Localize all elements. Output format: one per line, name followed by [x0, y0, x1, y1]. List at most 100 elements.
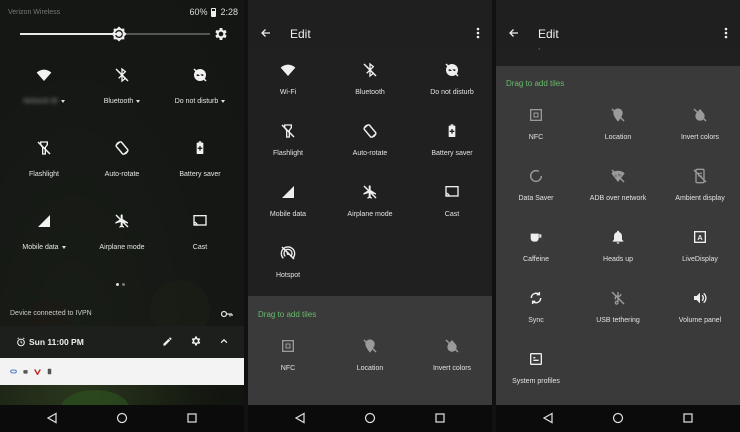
data-saver-icon	[528, 168, 544, 184]
heads-up-icon	[610, 229, 626, 245]
tile-do-not-disturb[interactable]: Do not disturb	[160, 66, 240, 105]
airplane-off-icon	[362, 184, 378, 200]
tile-auto-rotate[interactable]: Auto-rotate	[330, 123, 410, 157]
tile-invert-colors[interactable]: Invert colors	[412, 338, 492, 372]
tile-cast[interactable]: Cast	[160, 212, 240, 251]
dropdown-caret-icon[interactable]	[136, 100, 141, 103]
tile-hotspot[interactable]: Hotspot	[248, 245, 328, 279]
airplane-off-icon	[113, 212, 131, 230]
page-title: Edit	[538, 27, 559, 41]
tile-mobile-data[interactable]: Mobile data	[248, 184, 328, 218]
bluetooth-off-icon	[113, 66, 131, 84]
settings-gear-icon[interactable]	[190, 335, 202, 347]
tile-wi-fi[interactable]: Network W	[4, 66, 84, 105]
tile-bluetooth[interactable]: Bluetooth	[82, 66, 162, 105]
edit-tiles-screen: Edit Wi-Fi Bluetooth Do not disturb Flashli…	[248, 0, 492, 432]
edit-pencil-icon[interactable]	[162, 336, 173, 347]
usb-tethering-icon	[610, 290, 626, 306]
tile-nfc[interactable]: NFC	[248, 338, 328, 372]
back-nav-icon[interactable]	[46, 412, 58, 424]
nfc-icon	[528, 107, 544, 123]
dropdown-caret-icon[interactable]	[60, 100, 65, 103]
tile-mobile-data[interactable]: Mobile data	[4, 212, 84, 251]
tile-battery-saver[interactable]: Battery saver	[160, 139, 240, 178]
brightness-icon[interactable]	[111, 26, 127, 42]
tile-usb-tethering[interactable]: USB tethering	[578, 290, 658, 324]
auto-rotate-icon	[362, 123, 378, 139]
tile-sync[interactable]: Sync	[496, 290, 576, 324]
tile-label: System profiles	[512, 378, 560, 385]
tile-bluetooth[interactable]: Bluetooth	[330, 62, 410, 96]
tile-data-saver[interactable]: Data Saver	[496, 168, 576, 202]
invert-colors-off-icon	[692, 107, 708, 123]
recents-nav-icon[interactable]	[186, 412, 198, 424]
next-alarm[interactable]: Sun 11:00 PM	[29, 337, 84, 347]
hotspot-off-icon	[280, 245, 296, 261]
nav-bar	[248, 405, 492, 432]
system-profiles-icon	[528, 351, 544, 367]
battery-percent: 60%	[189, 7, 208, 17]
overflow-menu-icon[interactable]	[724, 27, 728, 39]
vpn-key-icon[interactable]	[221, 309, 233, 319]
tile-airplane-mode[interactable]: Airplane mode	[82, 212, 162, 251]
tile-airplane-mode[interactable]: Airplane mode	[330, 184, 410, 218]
auto-brightness-gear-icon[interactable]	[213, 26, 229, 42]
tile-livedisplay[interactable]: A LiveDisplay	[660, 229, 740, 263]
recents-nav-icon[interactable]	[682, 412, 694, 424]
tile-label: Cast	[444, 211, 460, 218]
tile-location[interactable]: Location	[578, 107, 658, 141]
tile-label: Battery saver	[179, 171, 221, 178]
nfc-icon	[280, 338, 296, 354]
tile-invert-colors[interactable]: Invert colors	[660, 107, 740, 141]
tile-label: ADB over network	[589, 195, 647, 202]
tile-do-not-disturb[interactable]: Do not disturb	[412, 62, 492, 96]
recents-nav-icon[interactable]	[434, 412, 446, 424]
tile-battery-saver[interactable]: Battery saver	[412, 123, 492, 157]
alarm-icon	[17, 337, 25, 347]
tile-adb-over-network[interactable]: adb ADB over network	[578, 168, 658, 202]
tile-cast[interactable]: Cast	[412, 184, 492, 218]
tile-volume-panel[interactable]: Volume panel	[660, 290, 740, 324]
tile-label: LiveDisplay	[682, 256, 718, 263]
back-arrow-icon[interactable]	[260, 27, 272, 39]
tile-label: Mobile data	[22, 244, 59, 251]
tile-location[interactable]: Location	[330, 338, 410, 372]
tile-label: Mobile data	[269, 211, 307, 218]
tile-heads-up[interactable]: Heads up	[578, 229, 658, 263]
back-nav-icon[interactable]	[294, 412, 306, 424]
mobile-data-icon	[35, 212, 53, 230]
quick-settings-panel: Verizon Wireless 60% 2:28 Network W Bluet…	[0, 0, 244, 432]
overflow-menu-icon[interactable]	[476, 27, 480, 39]
dropdown-caret-icon[interactable]	[61, 246, 66, 249]
dropdown-caret-icon[interactable]	[221, 100, 226, 103]
back-nav-icon[interactable]	[542, 412, 554, 424]
tile-label: Location	[356, 365, 384, 372]
vpn-status: Device connected to IVPN	[10, 310, 92, 317]
tile-nfc[interactable]: NFC	[496, 107, 576, 141]
brightness-slider[interactable]	[20, 26, 210, 42]
back-arrow-icon[interactable]	[508, 27, 520, 39]
tile-label: Do not disturb	[430, 89, 474, 96]
home-nav-icon[interactable]	[116, 412, 128, 424]
adb-network-icon: adb	[610, 168, 626, 184]
tile-label: Wi-Fi	[279, 89, 297, 96]
tile-label: Bluetooth	[355, 89, 385, 96]
mobile-data-icon	[280, 184, 296, 200]
dnd-off-icon	[191, 66, 209, 84]
home-nav-icon[interactable]	[612, 412, 624, 424]
tile-system-profiles[interactable]: System profiles	[496, 351, 576, 385]
home-nav-icon[interactable]	[364, 412, 376, 424]
collapse-chevron-icon[interactable]	[219, 336, 229, 346]
notification-icon-strip[interactable]	[0, 358, 244, 385]
tile-flashlight[interactable]: Flashlight	[4, 139, 84, 178]
tile-caffeine[interactable]: Caffeine	[496, 229, 576, 263]
phone-icon	[47, 368, 52, 375]
cast-icon	[444, 184, 460, 200]
tile-flashlight[interactable]: Flashlight	[248, 123, 328, 157]
tile-label: Auto-rotate	[104, 171, 140, 178]
tile-ambient-display[interactable]: Ambient display	[660, 168, 740, 202]
tile-label: Flashlight	[273, 150, 303, 157]
tile-auto-rotate[interactable]: Auto-rotate	[82, 139, 162, 178]
wifi-network-name: Network W	[23, 98, 58, 105]
tile-wi-fi[interactable]: Wi-Fi	[248, 62, 328, 96]
